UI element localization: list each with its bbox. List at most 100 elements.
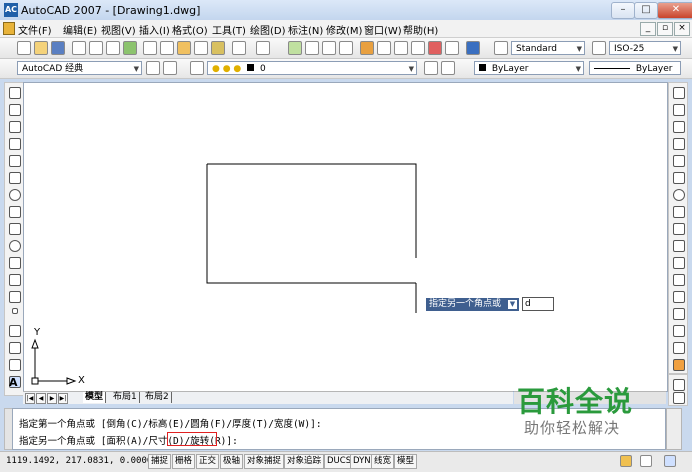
- menu-modify[interactable]: 修改(M): [326, 22, 362, 37]
- scale-icon[interactable]: [673, 206, 685, 218]
- doc-restore-button[interactable]: ▫: [657, 22, 673, 36]
- extend-icon[interactable]: [673, 257, 685, 269]
- close-button[interactable]: ✕: [657, 2, 692, 19]
- break-icon[interactable]: [673, 291, 685, 303]
- stretch-icon[interactable]: [673, 223, 685, 235]
- first-tab-button[interactable]: |◀: [25, 393, 35, 404]
- tab-layout2[interactable]: 布局2: [143, 392, 172, 403]
- workspace-settings-icon[interactable]: [146, 61, 160, 75]
- publish-icon[interactable]: [106, 41, 120, 55]
- properties-icon[interactable]: [360, 41, 374, 55]
- lock-icon[interactable]: [640, 455, 652, 467]
- preview-icon[interactable]: [89, 41, 103, 55]
- tool-palettes-icon[interactable]: [394, 41, 408, 55]
- hatch-icon[interactable]: [9, 325, 21, 337]
- calculator-icon[interactable]: [445, 41, 459, 55]
- menu-edit[interactable]: 编辑(E): [63, 22, 97, 37]
- layer-manager-icon[interactable]: [190, 61, 204, 75]
- make-object-layer-current-icon[interactable]: [424, 61, 438, 75]
- autocad-app-icon[interactable]: AC: [4, 3, 18, 17]
- block-editor-icon[interactable]: [211, 41, 225, 55]
- new-icon[interactable]: [17, 41, 31, 55]
- zoom-window-icon[interactable]: [322, 41, 336, 55]
- markup-icon[interactable]: [428, 41, 442, 55]
- grid-toggle[interactable]: 栅格: [172, 454, 196, 469]
- ellipse-arc-icon[interactable]: [9, 257, 21, 269]
- pan-icon[interactable]: [288, 41, 302, 55]
- ortho-toggle[interactable]: 正交: [196, 454, 220, 469]
- dynamic-input-field[interactable]: d: [522, 297, 554, 311]
- menu-file[interactable]: 文件(F): [18, 22, 52, 37]
- draworder-icon[interactable]: [673, 379, 685, 391]
- document-icon[interactable]: [3, 22, 15, 35]
- zoom-realtime-icon[interactable]: [305, 41, 319, 55]
- plot-icon[interactable]: [72, 41, 86, 55]
- match-properties-icon[interactable]: [194, 41, 208, 55]
- move-icon[interactable]: [673, 172, 685, 184]
- maximize-button[interactable]: □: [634, 2, 658, 19]
- erase-icon[interactable]: [673, 87, 685, 99]
- doc-close-button[interactable]: ×: [674, 22, 690, 36]
- rotate-icon[interactable]: [673, 189, 685, 201]
- redo-icon[interactable]: [256, 41, 270, 55]
- save-icon[interactable]: [51, 41, 65, 55]
- color-select[interactable]: ByLayer ▼: [474, 61, 584, 75]
- ellipse-icon[interactable]: [9, 240, 21, 252]
- layer-previous-icon[interactable]: [441, 61, 455, 75]
- clean-screen-icon[interactable]: [664, 455, 676, 467]
- dim-style-icon[interactable]: [592, 41, 606, 55]
- text-style-icon[interactable]: [494, 41, 508, 55]
- menu-help[interactable]: 帮助(H): [403, 22, 438, 37]
- menu-dimension[interactable]: 标注(N): [288, 22, 323, 37]
- offset-icon[interactable]: [673, 138, 685, 150]
- linetype-select[interactable]: ByLayer: [589, 61, 681, 75]
- minimize-button[interactable]: –: [611, 2, 635, 19]
- properties-small-icon[interactable]: [673, 392, 685, 404]
- coordinate-readout[interactable]: 1119.1492, 217.0831, 0.0000: [6, 456, 152, 466]
- explode-icon[interactable]: [673, 359, 685, 371]
- model-toggle[interactable]: 模型: [394, 454, 418, 469]
- tab-layout1[interactable]: 布局1: [111, 392, 140, 403]
- drawing-canvas[interactable]: Y X: [23, 82, 668, 392]
- spline-icon[interactable]: [9, 223, 21, 235]
- polar-toggle[interactable]: 极轴: [220, 454, 244, 469]
- menu-view[interactable]: 视图(V): [101, 22, 136, 37]
- array-icon[interactable]: [673, 155, 685, 167]
- prev-tab-button[interactable]: ◀: [36, 393, 46, 404]
- communication-center-icon[interactable]: [620, 455, 632, 467]
- zoom-previous-icon[interactable]: [339, 41, 353, 55]
- join-icon[interactable]: [673, 308, 685, 320]
- help-icon[interactable]: [466, 41, 480, 55]
- trim-icon[interactable]: [673, 240, 685, 252]
- insert-block-icon[interactable]: [9, 274, 21, 286]
- polyline-icon[interactable]: [9, 121, 21, 133]
- arc-icon[interactable]: [9, 172, 21, 184]
- copy-object-icon[interactable]: [673, 104, 685, 116]
- menu-tools[interactable]: 工具(T): [212, 22, 246, 37]
- chamfer-icon[interactable]: [673, 325, 685, 337]
- snap-toggle[interactable]: 捕捉: [148, 454, 172, 469]
- menu-insert[interactable]: 插入(I): [139, 22, 170, 37]
- gradient-icon[interactable]: [9, 342, 21, 354]
- 3dwf-icon[interactable]: [123, 41, 137, 55]
- line-icon[interactable]: [9, 87, 21, 99]
- open-icon[interactable]: [34, 41, 48, 55]
- mirror-icon[interactable]: [673, 121, 685, 133]
- point-icon[interactable]: [12, 308, 18, 314]
- dynamic-input-options-icon[interactable]: ▼: [508, 300, 517, 309]
- paste-icon[interactable]: [177, 41, 191, 55]
- dim-style-select[interactable]: ISO-25 ▼: [609, 41, 681, 55]
- revision-cloud-icon[interactable]: [9, 206, 21, 218]
- multiline-text-icon[interactable]: A: [9, 376, 18, 389]
- polygon-icon[interactable]: [9, 138, 21, 150]
- circle-icon[interactable]: [9, 189, 21, 201]
- layer-select[interactable]: ● ● ● 0 ▼: [207, 61, 417, 75]
- design-center-icon[interactable]: [377, 41, 391, 55]
- menu-window[interactable]: 窗口(W): [364, 22, 402, 37]
- command-scrollbar[interactable]: [666, 408, 682, 450]
- construction-line-icon[interactable]: [9, 104, 21, 116]
- break-at-point-icon[interactable]: [673, 274, 685, 286]
- tab-model[interactable]: 模型: [83, 392, 107, 403]
- workspace-save-icon[interactable]: [163, 61, 177, 75]
- fillet-icon[interactable]: [673, 342, 685, 354]
